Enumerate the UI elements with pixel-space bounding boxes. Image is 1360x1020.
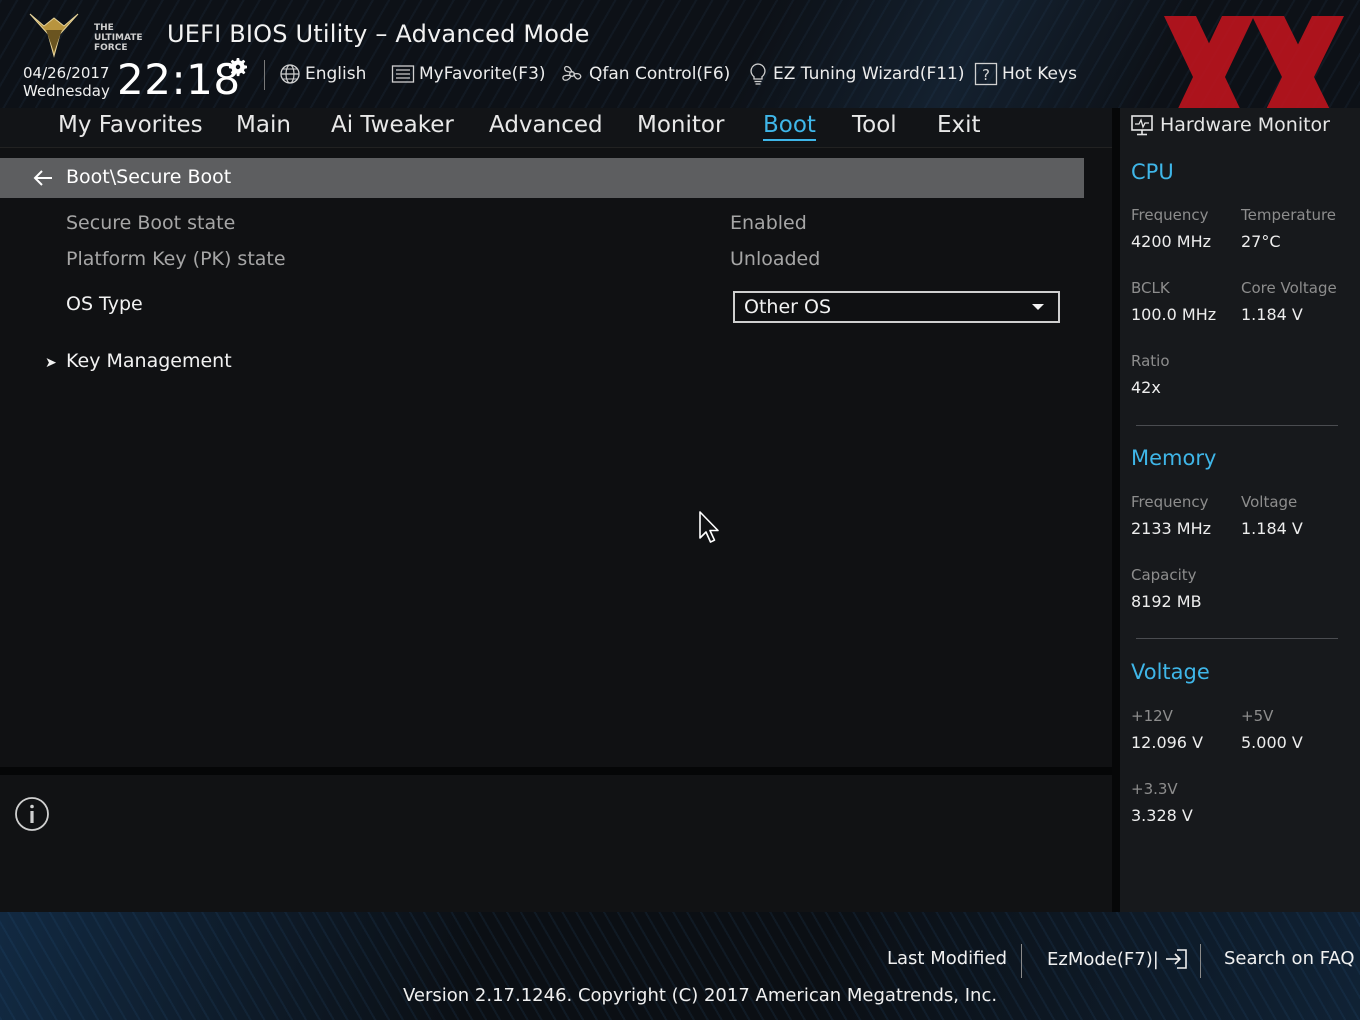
last-modified-button[interactable]: Last Modified	[887, 948, 1007, 969]
hardware-monitor-title: Hardware Monitor	[1160, 114, 1330, 136]
qfan-control-button[interactable]: Qfan Control(F6)	[559, 60, 730, 88]
breadcrumb: Boot\Secure Boot	[66, 166, 232, 188]
logo-text: THE	[94, 23, 114, 33]
help-box-icon: ?	[974, 62, 998, 86]
cpu-frequency-label: Frequency	[1131, 206, 1209, 224]
tab-main[interactable]: Main	[236, 112, 291, 138]
svg-text:ULTIMATE: ULTIMATE	[94, 33, 143, 43]
cpu-temperature-value: 27°C	[1241, 232, 1281, 251]
tab-my-favorites[interactable]: My Favorites	[58, 112, 203, 138]
ezmode-label: EzMode(F7)|	[1047, 948, 1159, 970]
os-type-select[interactable]: Other OS	[733, 291, 1060, 323]
v33-value: 3.328 V	[1131, 806, 1193, 825]
v33-label: +3.3V	[1131, 780, 1178, 798]
footer-divider	[1200, 944, 1201, 978]
dropdown-caret-icon	[1032, 304, 1044, 310]
help-info-panel	[0, 775, 1112, 912]
hot-keys-label: Hot Keys	[1002, 64, 1077, 84]
memory-voltage-value: 1.184 V	[1241, 519, 1303, 538]
memory-frequency-label: Frequency	[1131, 493, 1209, 511]
svg-text:?: ?	[982, 66, 990, 84]
language-label: English	[305, 64, 367, 84]
monitor-divider	[1112, 108, 1120, 912]
hot-keys-button[interactable]: ? Hot Keys	[974, 60, 1077, 88]
pk-state-value: Unloaded	[730, 248, 821, 270]
memory-voltage-label: Voltage	[1241, 493, 1298, 511]
secure-boot-state-label: Secure Boot state	[66, 212, 236, 234]
cpu-temperature-label: Temperature	[1241, 206, 1337, 224]
v5-value: 5.000 V	[1241, 733, 1303, 752]
top-header: THE ULTIMATE FORCE UEFI BIOS Utility – A…	[0, 0, 1360, 108]
tab-exit[interactable]: Exit	[937, 112, 981, 138]
tab-boot[interactable]: Boot	[763, 112, 816, 141]
v12-label: +12V	[1131, 707, 1173, 725]
clock: 22:18	[117, 55, 241, 104]
date-display: 04/26/2017 Wednesday	[23, 64, 110, 100]
monitor-icon	[1131, 115, 1153, 136]
globe-icon	[280, 64, 300, 84]
myfavorite-button[interactable]: MyFavorite(F3)	[391, 60, 546, 88]
fan-icon	[562, 65, 582, 81]
memory-heading: Memory	[1131, 446, 1217, 470]
bclk-value: 100.0 MHz	[1131, 305, 1217, 324]
v12-value: 12.096 V	[1131, 733, 1204, 752]
cpu-frequency-value: 4200 MHz	[1131, 232, 1212, 251]
cpu-heading: CPU	[1131, 160, 1174, 184]
ez-tuning-wizard-button[interactable]: EZ Tuning Wizard(F11)	[747, 60, 965, 88]
ezmode-button[interactable]: EzMode(F7)|	[1047, 948, 1189, 970]
submenu-arrow-icon: ➤	[45, 355, 57, 371]
v5-label: +5V	[1241, 707, 1274, 725]
search-faq-button[interactable]: Search on FAQ	[1224, 948, 1355, 969]
ez-tuning-label: EZ Tuning Wizard(F11)	[773, 64, 965, 84]
core-voltage-label: Core Voltage	[1241, 279, 1337, 297]
svg-text:FORCE: FORCE	[94, 43, 127, 53]
tuf-logo: THE ULTIMATE FORCE	[29, 13, 143, 58]
capacity-label: Capacity	[1131, 566, 1197, 584]
core-voltage-value: 1.184 V	[1241, 305, 1303, 324]
main-menu-bar: My Favorites Main Ai Tweaker Advanced Mo…	[0, 108, 1112, 148]
memory-frequency-value: 2133 MHz	[1131, 519, 1212, 538]
footer-bar: Last Modified EzMode(F7)| Search on FAQ …	[0, 912, 1360, 1020]
date: 04/26/2017	[23, 64, 110, 82]
myfavorite-label: MyFavorite(F3)	[419, 64, 546, 84]
footer-divider	[1021, 944, 1022, 978]
hardware-monitor-panel: Hardware Monitor CPU Frequency Temperatu…	[1120, 108, 1360, 912]
favorite-list-icon	[391, 65, 415, 83]
tab-monitor[interactable]: Monitor	[637, 112, 724, 138]
secure-boot-state-value: Enabled	[730, 212, 807, 234]
pk-state-label: Platform Key (PK) state	[66, 248, 286, 270]
tab-advanced[interactable]: Advanced	[489, 112, 603, 138]
tab-ai-tweaker[interactable]: Ai Tweaker	[331, 112, 454, 138]
settings-panel: Boot\Secure Boot Secure Boot state Enabl…	[0, 148, 1112, 768]
ratio-value: 42x	[1131, 378, 1161, 397]
language-button[interactable]: English	[279, 60, 366, 88]
bclk-label: BCLK	[1131, 279, 1170, 297]
app-title: UEFI BIOS Utility – Advanced Mode	[167, 20, 590, 48]
key-management-item[interactable]: Key Management	[66, 350, 232, 372]
monitor-separator	[1136, 638, 1338, 639]
breadcrumb-bar: Boot\Secure Boot	[0, 158, 1084, 198]
header-divider	[264, 60, 265, 90]
capacity-value: 8192 MB	[1131, 592, 1202, 611]
tab-tool[interactable]: Tool	[852, 112, 897, 138]
version-text: Version 2.17.1246. Copyright (C) 2017 Am…	[403, 985, 998, 1006]
hardware-monitor-header: Hardware Monitor	[1130, 113, 1330, 137]
lightbulb-icon	[750, 63, 766, 85]
back-arrow-icon[interactable]	[32, 168, 54, 188]
ratio-label: Ratio	[1131, 352, 1170, 370]
gear-icon[interactable]	[226, 55, 250, 79]
voltage-heading: Voltage	[1131, 660, 1210, 684]
exit-to-icon	[1165, 949, 1187, 969]
qfan-label: Qfan Control(F6)	[589, 64, 731, 84]
monitor-separator	[1136, 425, 1338, 426]
mouse-pointer-icon	[699, 511, 719, 543]
info-icon	[15, 797, 49, 831]
info-divider	[0, 767, 1112, 775]
weekday: Wednesday	[23, 82, 110, 100]
os-type-label[interactable]: OS Type	[66, 293, 143, 315]
os-type-value: Other OS	[744, 296, 832, 318]
